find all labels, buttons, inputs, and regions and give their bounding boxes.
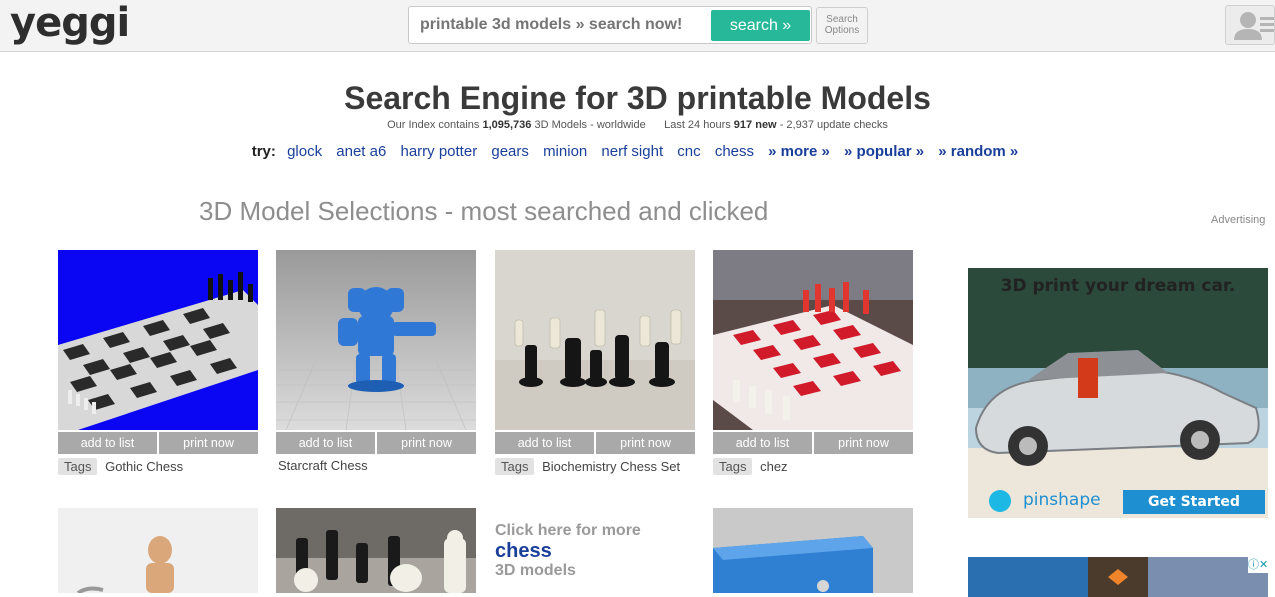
update-checks: - 2,937 update checks xyxy=(779,119,888,131)
search-input[interactable] xyxy=(411,9,707,41)
pinshape-ad-banner[interactable]: 3D print your dream car. pinshape Get St… xyxy=(968,268,1268,518)
new-label: new xyxy=(755,119,777,131)
try-link-harry-potter[interactable]: harry potter xyxy=(400,143,477,160)
add-to-list-button[interactable]: add to list xyxy=(58,432,157,454)
try-link-anet-a6[interactable]: anet a6 xyxy=(336,143,386,160)
last24-label: Last 24 hours xyxy=(664,119,731,131)
index-count: 1,095,736 xyxy=(482,119,532,131)
section-title: 3D Model Selections - most searched and … xyxy=(199,196,769,226)
user-icon xyxy=(1234,12,1274,40)
yeggi-logo[interactable]: yeggi xyxy=(10,0,130,46)
index-stats: Our Index contains 1,095,736 3D Models -… xyxy=(0,119,1275,131)
model-card: add to list print now Starcraft Chess xyxy=(276,250,476,476)
search-options-line2: Options xyxy=(824,25,860,36)
model-card: add to list print now Tags Biochemistry … xyxy=(495,250,695,476)
more-chess-box[interactable]: Click here for more chess 3D models xyxy=(495,522,695,580)
user-account-button[interactable] xyxy=(1225,5,1275,45)
model-thumbnail[interactable] xyxy=(58,508,258,593)
stats-mid: 3D Models - worldwide xyxy=(534,119,646,131)
print-now-button[interactable]: print now xyxy=(594,432,695,454)
search-options-button[interactable]: Search Options xyxy=(816,7,868,44)
ad-brand-name: pinshape xyxy=(1023,490,1101,510)
adchoices-icon[interactable]: ⓘ✕ xyxy=(1248,557,1268,573)
try-link-cnc[interactable]: cnc xyxy=(677,143,700,160)
add-to-list-button[interactable]: add to list xyxy=(713,432,812,454)
tags-chip[interactable]: Tags xyxy=(713,458,753,475)
model-title[interactable]: chez xyxy=(760,459,787,474)
add-to-list-button[interactable]: add to list xyxy=(495,432,594,454)
try-link-glock[interactable]: glock xyxy=(287,143,322,160)
print-now-button[interactable]: print now xyxy=(812,432,913,454)
more-line1: Click here for more xyxy=(495,522,641,539)
model-title[interactable]: Gothic Chess xyxy=(105,459,183,474)
more-link[interactable]: » more » xyxy=(768,143,830,160)
try-link-gears[interactable]: gears xyxy=(491,143,529,160)
model-thumbnail[interactable] xyxy=(276,250,476,430)
get-started-button[interactable]: Get Started xyxy=(1123,490,1265,514)
new-count: 917 xyxy=(733,119,753,131)
try-link-chess[interactable]: chess xyxy=(715,143,754,160)
page-title: Search Engine for 3D printable Models xyxy=(344,80,931,116)
try-link-nerf-sight[interactable]: nerf sight xyxy=(601,143,663,160)
add-to-list-button[interactable]: add to list xyxy=(276,432,375,454)
model-card: add to list print now Tags Gothic Chess xyxy=(58,250,258,476)
print-now-button[interactable]: print now xyxy=(375,432,476,454)
advertising-label: Advertising xyxy=(1211,214,1266,226)
try-bar: try: glock anet a6 harry potter gears mi… xyxy=(0,143,1275,160)
top-bar: yeggi search » Search Options xyxy=(0,0,1275,52)
stats-prefix: Our Index contains xyxy=(387,119,480,131)
model-thumbnail[interactable] xyxy=(276,508,476,593)
try-label: try: xyxy=(251,143,276,160)
model-thumbnail[interactable] xyxy=(713,250,913,430)
model-thumbnail[interactable] xyxy=(58,250,258,430)
model-title[interactable]: Starcraft Chess xyxy=(278,458,368,473)
model-card: add to list print now Tags chez xyxy=(713,250,913,476)
search-box: search » xyxy=(408,6,812,44)
model-thumbnail[interactable] xyxy=(713,508,913,593)
model-title[interactable]: Biochemistry Chess Set xyxy=(542,459,680,474)
second-ad-banner[interactable]: ⓘ✕ xyxy=(968,557,1268,597)
random-link[interactable]: » random » xyxy=(938,143,1018,160)
model-thumbnail[interactable] xyxy=(495,250,695,430)
popular-link[interactable]: » popular » xyxy=(844,143,924,160)
search-options-line1: Search xyxy=(826,14,858,25)
print-now-button[interactable]: print now xyxy=(157,432,258,454)
search-button[interactable]: search » xyxy=(711,10,810,41)
more-line3: 3D models xyxy=(495,562,576,579)
tags-chip[interactable]: Tags xyxy=(58,458,98,475)
ad-headline: 3D print your dream car. xyxy=(1000,276,1236,296)
more-chess-link[interactable]: chess xyxy=(495,540,695,562)
try-link-minion[interactable]: minion xyxy=(543,143,587,160)
tags-chip[interactable]: Tags xyxy=(495,458,535,475)
